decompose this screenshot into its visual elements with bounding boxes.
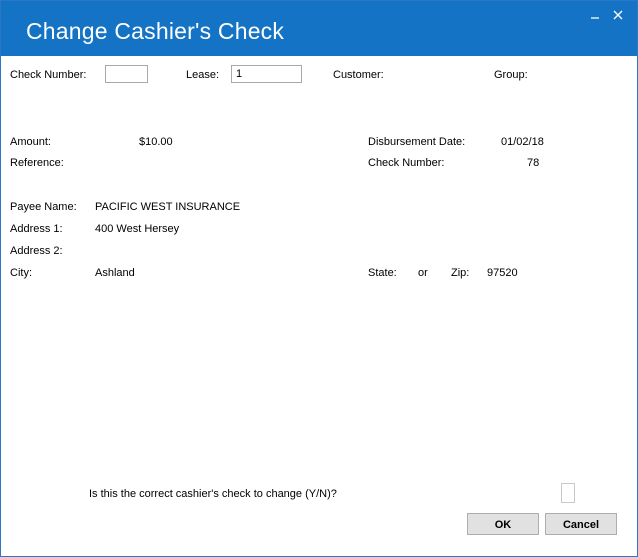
close-icon — [613, 10, 623, 20]
minimize-button[interactable] — [587, 7, 603, 23]
confirm-question: Is this the correct cashier's check to c… — [89, 488, 337, 500]
payee-name-label: Payee Name: — [10, 201, 77, 213]
lease-input[interactable]: 1 — [231, 65, 302, 83]
check-number-input[interactable] — [105, 65, 148, 83]
state-value: or — [418, 267, 428, 279]
city-value: Ashland — [95, 267, 135, 279]
zip-label: Zip: — [451, 267, 470, 279]
payee-name-value: PACIFIC WEST INSURANCE — [95, 201, 241, 213]
address1-value: 400 West Hersey — [95, 223, 180, 235]
title-bar: Change Cashier's Check — [1, 1, 637, 56]
disbursement-date-value: 01/02/18 — [501, 136, 544, 148]
amount-value: $10.00 — [139, 136, 173, 148]
dialog-window: Change Cashier's Check Check Number: Lea… — [0, 0, 638, 557]
check-number-label: Check Number: — [10, 69, 87, 81]
address2-label: Address 2: — [10, 245, 63, 257]
detail-check-number-label: Check Number: — [368, 157, 445, 169]
state-label: State: — [368, 267, 397, 279]
minimize-icon — [591, 17, 599, 19]
reference-label: Reference: — [10, 157, 64, 169]
confirm-input[interactable] — [561, 483, 575, 503]
lease-label: Lease: — [186, 69, 220, 81]
close-button[interactable] — [610, 7, 626, 23]
window-title: Change Cashier's Check — [26, 18, 285, 44]
customer-label: Customer: — [333, 69, 384, 81]
zip-value: 97520 — [487, 267, 518, 279]
ok-button[interactable]: OK — [467, 513, 539, 535]
address1-label: Address 1: — [10, 223, 63, 235]
detail-check-number-value: 78 — [527, 157, 540, 169]
city-label: City: — [10, 267, 32, 279]
group-label: Group: — [494, 69, 528, 81]
cancel-button[interactable]: Cancel — [545, 513, 617, 535]
amount-label: Amount: — [10, 136, 51, 148]
disbursement-date-label: Disbursement Date: — [368, 136, 466, 148]
